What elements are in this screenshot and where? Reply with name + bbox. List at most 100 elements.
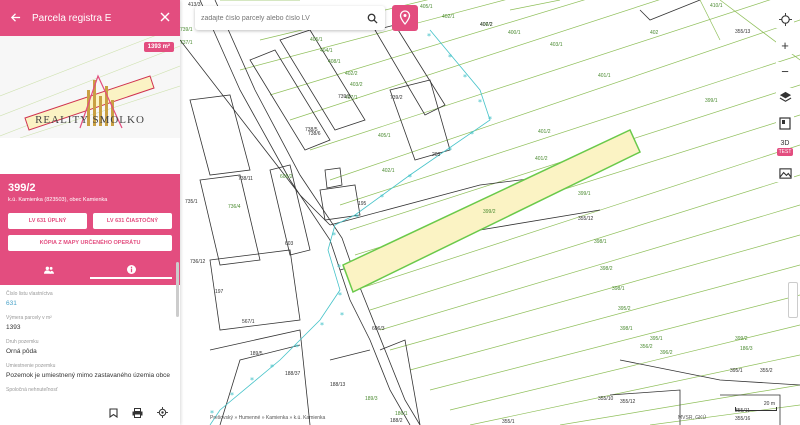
lv-partial-button[interactable]: LV 631 ČIASTOČNÝ — [93, 213, 172, 229]
svg-text:606/2: 606/2 — [280, 174, 293, 180]
3d-toggle[interactable]: 3D — [781, 140, 790, 147]
search-bar[interactable] — [195, 6, 385, 30]
svg-text:395/1: 395/1 — [650, 336, 663, 342]
svg-text:739/3: 739/3 — [338, 94, 351, 100]
attr-value: Pozemok je umiestnený mimo zastavaného ú… — [6, 372, 171, 379]
search-icon[interactable] — [365, 11, 379, 25]
arrow-left-icon[interactable] — [10, 11, 28, 26]
svg-text:*: * — [337, 263, 341, 272]
svg-text:402/2: 402/2 — [345, 71, 358, 77]
layers-icon[interactable] — [776, 88, 794, 106]
panel-header: Parcela registra E — [0, 0, 180, 36]
svg-text:186/3: 186/3 — [740, 346, 753, 352]
svg-text:408/1: 408/1 — [328, 59, 341, 65]
svg-text:606/3: 606/3 — [372, 326, 385, 332]
svg-text:399/2: 399/2 — [735, 336, 748, 342]
info-icon — [126, 264, 136, 274]
locate-icon[interactable] — [157, 405, 168, 423]
svg-text:355/12: 355/12 — [620, 399, 636, 405]
attr-common-property: Spoločná nehnuteľnosť — [6, 387, 174, 393]
tab-owners[interactable] — [8, 261, 90, 279]
svg-text:*: * — [380, 193, 384, 202]
svg-text:403/1: 403/1 — [550, 42, 563, 48]
svg-text:*: * — [355, 213, 359, 222]
svg-text:203: 203 — [432, 152, 441, 158]
svg-text:355/1: 355/1 — [502, 419, 515, 425]
test-badge: TEST — [776, 148, 794, 156]
breadcrumb: Prešovský » Humenné » Kamienka » k.ú. Ka… — [210, 415, 326, 421]
svg-text:355/2: 355/2 — [760, 368, 773, 374]
map-attribution: MVSR, GKÚ — [678, 415, 707, 421]
svg-text:403/2: 403/2 — [350, 82, 363, 88]
map-canvas[interactable]: *** *** *** *** *** *** ** 413/3 405/1 4… — [180, 0, 800, 425]
attr-value: 1393 — [6, 324, 21, 331]
svg-text:399/2: 399/2 — [483, 209, 496, 215]
gps-icon[interactable] — [776, 10, 794, 28]
panel-title: Parcela registra E — [32, 12, 112, 24]
panel-scrollbar[interactable] — [176, 262, 179, 317]
svg-text:188/2: 188/2 — [390, 418, 403, 424]
svg-text:*: * — [448, 146, 452, 155]
svg-text:355/13: 355/13 — [735, 29, 751, 35]
svg-text:*: * — [463, 73, 467, 82]
svg-text:355/10: 355/10 — [598, 396, 614, 402]
svg-text:402/1: 402/1 — [442, 14, 455, 20]
svg-text:399/1: 399/1 — [705, 98, 718, 104]
svg-text:405/1: 405/1 — [378, 133, 391, 139]
search-input[interactable] — [201, 14, 365, 22]
attr-label: Výmera parcely v m² — [6, 315, 52, 321]
lv-full-button[interactable]: LV 631 ÚPLNÝ — [8, 213, 87, 229]
svg-text:*: * — [230, 391, 234, 400]
svg-text:399/1: 399/1 — [578, 191, 591, 197]
svg-text:400/1: 400/1 — [508, 30, 521, 36]
area-badge: 1393 m² — [143, 42, 174, 52]
svg-text:*: * — [478, 98, 482, 107]
svg-text:401/2: 401/2 — [535, 156, 548, 162]
zoom-out-button[interactable]: − — [776, 62, 794, 80]
print-icon[interactable] — [132, 405, 143, 423]
svg-text:188/13: 188/13 — [330, 382, 346, 388]
svg-text:395/2: 395/2 — [618, 306, 631, 312]
svg-text:195: 195 — [358, 201, 367, 207]
mini-side-panel[interactable] — [788, 282, 798, 318]
zoom-in-button[interactable]: + — [776, 36, 794, 54]
svg-text:*: * — [427, 32, 431, 41]
attr-label: Umiestnenie pozemku — [6, 363, 56, 369]
svg-text:*: * — [488, 115, 492, 124]
svg-text:739/1: 739/1 — [180, 27, 193, 33]
svg-text:*: * — [448, 53, 452, 62]
svg-text:396/2: 396/2 — [660, 350, 673, 356]
svg-text:738/5: 738/5 — [305, 127, 318, 133]
svg-text:398/1: 398/1 — [594, 239, 607, 245]
svg-text:405/1: 405/1 — [310, 37, 323, 43]
panel-actions — [0, 403, 180, 425]
book-icon[interactable] — [776, 114, 794, 132]
close-icon[interactable] — [160, 11, 170, 25]
bookmark-icon[interactable] — [109, 405, 118, 423]
tab-info[interactable] — [90, 261, 172, 279]
copy-map-button[interactable]: KÓPIA Z MAPY URČENÉHO OPERÁTU — [8, 235, 172, 251]
lv-number-link[interactable]: 631 — [6, 300, 174, 307]
attr-label: Spoločná nehnuteľnosť — [6, 387, 58, 393]
cadastral-map[interactable]: * * * * * * * * * * * * * * * * * * * * 413/3 405/1 4… — [180, 0, 800, 425]
parcel-summary: 399/2 k.ú. Kamienka (823503), obec Kamie… — [0, 174, 180, 285]
svg-text:567/1: 567/1 — [242, 319, 255, 325]
svg-text:398/1: 398/1 — [612, 286, 625, 292]
image-map-icon[interactable] — [776, 164, 794, 182]
svg-text:402: 402 — [650, 30, 659, 36]
scale-bar: 20 m — [735, 401, 777, 411]
owners-icon — [44, 266, 54, 274]
svg-text:*: * — [250, 376, 254, 385]
svg-text:736/4: 736/4 — [228, 204, 241, 210]
attr-label: Číslo listu vlastníctva — [6, 291, 53, 297]
svg-text:401/2: 401/2 — [538, 129, 551, 135]
parcel-panel: Parcela registra E 1393 m² REALITY SMOLK… — [0, 0, 180, 425]
svg-text:405/1: 405/1 — [420, 4, 433, 10]
svg-text:*: * — [332, 231, 336, 240]
svg-text:404/1: 404/1 — [320, 48, 333, 54]
svg-text:603: 603 — [285, 241, 294, 247]
parcel-location: k.ú. Kamienka (823503), obec Kamienka — [8, 197, 108, 203]
identify-parcel-button[interactable] — [392, 5, 418, 31]
svg-text:398/2: 398/2 — [600, 266, 613, 272]
attr-value: Orná pôda — [6, 348, 37, 355]
